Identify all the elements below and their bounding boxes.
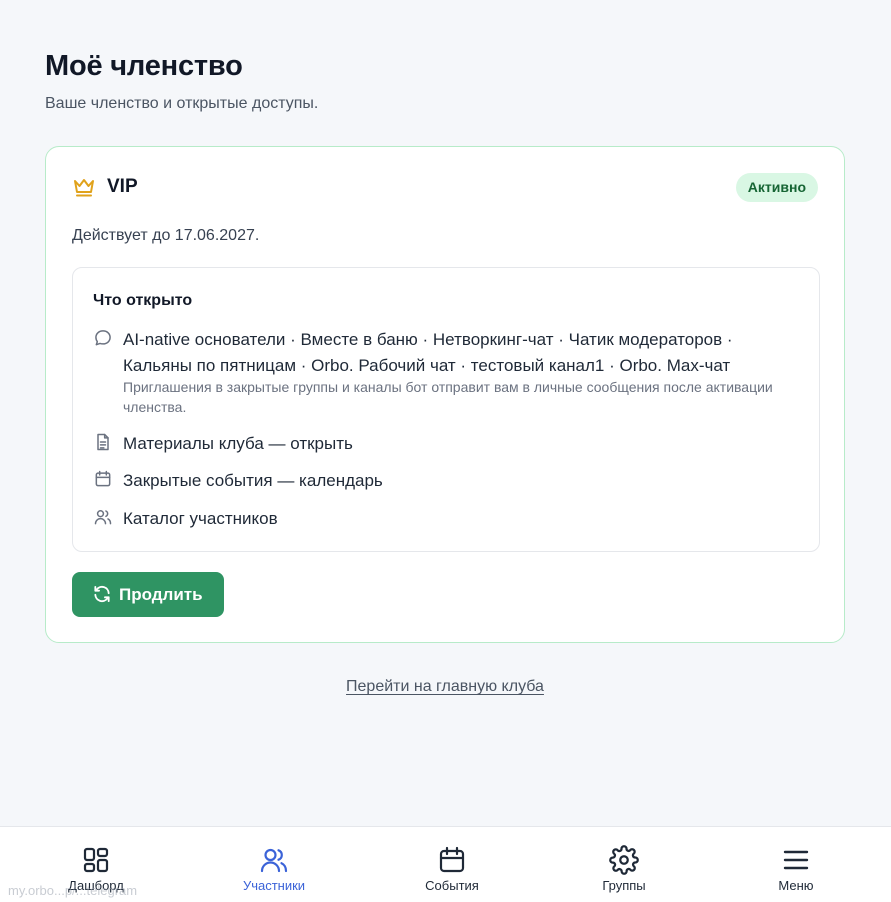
plan-name: VIP — [107, 176, 138, 197]
calendar-icon — [95, 470, 111, 487]
chat-bubble-icon — [95, 330, 111, 346]
access-groups-text: AI-native основатели · Вместе в баню · Н… — [123, 330, 733, 375]
home-link[interactable]: Перейти на главную клуба — [45, 678, 845, 696]
access-materials-link[interactable]: Материалы клуба — открыть — [123, 431, 799, 457]
access-events-link[interactable]: Закрытые события — календарь — [123, 468, 799, 494]
nav-label-groups: Группы — [602, 878, 646, 893]
access-item-groups: AI-native основатели · Вместе в баню · Н… — [93, 327, 799, 417]
nav-label-menu: Меню — [778, 878, 814, 893]
renew-button[interactable]: Продлить — [72, 572, 224, 617]
valid-until-text: Действует до 17.06.2027. — [72, 227, 260, 244]
access-item-members[interactable]: Каталог участников — [93, 506, 799, 532]
url-hint: my.orbo...p/...telegram — [8, 883, 138, 898]
access-groups-note: Приглашения в закрытые группы и каналы б… — [123, 379, 773, 415]
document-icon — [97, 433, 109, 451]
status-badge: Активно — [735, 173, 818, 202]
access-title: Что открыто — [93, 292, 193, 309]
access-item-events[interactable]: Закрытые события — календарь — [93, 468, 799, 494]
access-item-materials[interactable]: Материалы клуба — открыть — [93, 431, 799, 457]
nav-label-events: События — [425, 878, 479, 893]
users-icon — [94, 509, 112, 525]
nav-item-members[interactable]: Участники — [185, 827, 363, 902]
menu-icon — [783, 850, 809, 870]
page-subtitle: Ваше членство и открытые доступы. — [45, 95, 319, 112]
crown-icon — [74, 179, 94, 197]
nav-item-groups[interactable]: Группы — [535, 827, 713, 902]
dashboard-icon — [83, 847, 109, 873]
nav-label-members: Участники — [242, 878, 306, 893]
access-members-link[interactable]: Каталог участников — [123, 506, 799, 532]
nav-item-events[interactable]: События — [363, 827, 541, 902]
calendar-icon — [439, 846, 465, 873]
users-icon — [260, 848, 288, 873]
renew-button-label: Продлить — [119, 585, 203, 604]
gear-icon — [609, 845, 639, 875]
membership-card: VIP Активно Действует до 17.06.2027. Что… — [45, 146, 845, 643]
plan-row: VIP Активно — [72, 172, 818, 202]
page-title: Моё членство — [45, 50, 243, 82]
refresh-icon — [94, 585, 110, 603]
nav-item-menu[interactable]: Меню — [707, 827, 885, 902]
access-section: Что открыто AI-native основатели · Вмест… — [72, 267, 820, 552]
